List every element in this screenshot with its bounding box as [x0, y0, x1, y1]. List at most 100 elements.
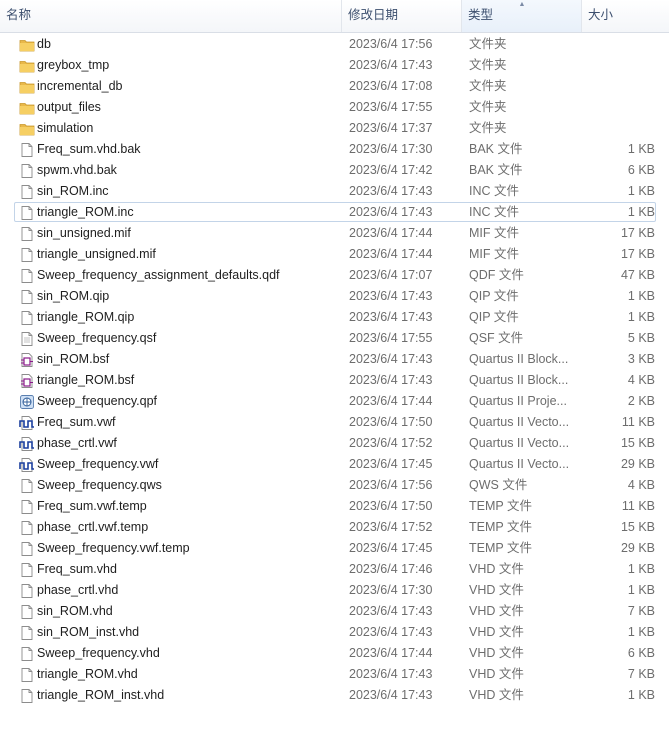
file-row[interactable]: triangle_ROM.bsf 2023/6/4 17:43 Quartus II…	[14, 370, 656, 390]
file-type: VHD 文件	[469, 562, 524, 576]
file-name: triangle_ROM.vhd	[37, 667, 138, 681]
file-row[interactable]: Sweep_frequency.vhd 2023/6/4 17:44 VHD 文件 6…	[14, 643, 656, 663]
file-modified: 2023/6/4 17:43	[349, 667, 433, 681]
file-size: 1 KB	[627, 205, 655, 219]
file-name: Freq_sum.vwf	[37, 415, 116, 429]
file-type: MIF 文件	[469, 247, 519, 261]
file-row[interactable]: sin_ROM_inst.vhd 2023/6/4 17:43 VHD 文件 1 KB	[14, 622, 656, 642]
file-row[interactable]: Sweep_frequency.vwf 2023/6/4 17:45 Quartus…	[14, 454, 656, 474]
file-row[interactable]: Freq_sum.vwf 2023/6/4 17:50 Quartus II Vec…	[14, 412, 656, 432]
file-modified: 2023/6/4 17:52	[349, 436, 433, 450]
file-name: triangle_ROM_inst.vhd	[37, 688, 165, 702]
file-row[interactable]: spwm.vhd.bak 2023/6/4 17:42 BAK 文件 6 KB	[14, 160, 656, 180]
column-header-type[interactable]: ▲ 类型	[462, 0, 582, 32]
file-row[interactable]: Sweep_frequency.qpf 2023/6/4 17:44 Quartus…	[14, 391, 656, 411]
file-icon	[19, 541, 35, 557]
file-icon	[19, 667, 35, 683]
file-row[interactable]: sin_unsigned.mif 2023/6/4 17:44 MIF 文件 17 K…	[14, 223, 656, 243]
column-header-modified[interactable]: 修改日期	[342, 0, 462, 32]
file-row[interactable]: phase_crtl.vwf 2023/6/4 17:52 Quartus II V…	[14, 433, 656, 453]
file-size: 29 KB	[620, 457, 655, 471]
column-header-size[interactable]: 大小	[582, 0, 669, 32]
file-row[interactable]: Sweep_frequency_assignment_defaults.qdf 2…	[14, 265, 656, 285]
file-modified: 2023/6/4 17:43	[349, 625, 433, 639]
file-row[interactable]: triangle_unsigned.mif 2023/6/4 17:44 MIF 文…	[14, 244, 656, 264]
file-type: Quartus II Block...	[469, 373, 569, 387]
column-header-bar: 名称 修改日期 ▲ 类型 大小	[0, 0, 669, 33]
file-row[interactable]: sin_ROM.qip 2023/6/4 17:43 QIP 文件 1 KB	[14, 286, 656, 306]
file-row[interactable]: Sweep_frequency.qsf 2023/6/4 17:55 QSF 文件 5…	[14, 328, 656, 348]
file-icon	[19, 163, 35, 179]
file-modified: 2023/6/4 17:44	[349, 247, 433, 261]
file-row[interactable]: Freq_sum.vhd 2023/6/4 17:46 VHD 文件 1 KB	[14, 559, 656, 579]
block-symbol-icon	[19, 352, 35, 368]
file-size: 6 KB	[627, 163, 655, 177]
file-size: 17 KB	[620, 247, 655, 261]
file-type: Quartus II Block...	[469, 352, 569, 366]
file-size: 4 KB	[627, 373, 655, 387]
file-icon	[19, 310, 35, 326]
file-icon	[19, 688, 35, 704]
file-type: Quartus II Vecto...	[469, 457, 570, 471]
file-row[interactable]: Sweep_frequency.vwf.temp 2023/6/4 17:45 TE…	[14, 538, 656, 558]
file-row[interactable]: triangle_ROM.qip 2023/6/4 17:43 QIP 文件 1 KB	[14, 307, 656, 327]
file-type: Quartus II Vecto...	[469, 436, 570, 450]
file-modified: 2023/6/4 17:43	[349, 289, 433, 303]
file-row[interactable]: triangle_ROM_inst.vhd 2023/6/4 17:43 VHD 文…	[14, 685, 656, 705]
file-row[interactable]: sin_ROM.inc 2023/6/4 17:43 INC 文件 1 KB	[14, 181, 656, 201]
file-row[interactable]: db 2023/6/4 17:56 文件夹	[14, 34, 656, 54]
file-row[interactable]: Sweep_frequency.qws 2023/6/4 17:56 QWS 文件 4…	[14, 475, 656, 495]
file-size: 15 KB	[620, 436, 655, 450]
column-header-modified-label: 修改日期	[348, 8, 399, 22]
file-row[interactable]: incremental_db 2023/6/4 17:08 文件夹	[14, 76, 656, 96]
file-type: INC 文件	[469, 184, 520, 198]
file-size: 47 KB	[620, 268, 655, 282]
file-icon	[19, 205, 35, 221]
file-row[interactable]: simulation 2023/6/4 17:37 文件夹	[14, 118, 656, 138]
file-size: 17 KB	[620, 226, 655, 240]
file-size	[581, 77, 655, 97]
file-icon	[19, 247, 35, 263]
file-row[interactable]: greybox_tmp 2023/6/4 17:43 文件夹	[14, 55, 656, 75]
file-row-selected[interactable]: triangle_ROM.inc 2023/6/4 17:43 INC 文件 1 KB	[14, 202, 656, 222]
file-name: triangle_unsigned.mif	[37, 247, 156, 261]
file-size: 1 KB	[627, 562, 655, 576]
file-type: 文件夹	[469, 100, 507, 114]
file-lines-icon	[19, 331, 35, 347]
file-type: Quartus II Proje...	[469, 394, 567, 408]
file-type: VHD 文件	[469, 646, 524, 660]
file-type: VHD 文件	[469, 625, 524, 639]
file-modified: 2023/6/4 17:56	[349, 37, 433, 51]
file-size: 29 KB	[620, 541, 655, 555]
column-header-size-label: 大小	[588, 8, 614, 22]
file-modified: 2023/6/4 17:37	[349, 121, 433, 135]
file-row[interactable]: triangle_ROM.vhd 2023/6/4 17:43 VHD 文件 7 KB	[14, 664, 656, 684]
file-row[interactable]: sin_ROM.vhd 2023/6/4 17:43 VHD 文件 7 KB	[14, 601, 656, 621]
file-row[interactable]: Freq_sum.vwf.temp 2023/6/4 17:50 TEMP 文件 11…	[14, 496, 656, 516]
file-size: 1 KB	[627, 583, 655, 597]
file-type: TEMP 文件	[469, 499, 532, 513]
file-row[interactable]: Freq_sum.vhd.bak 2023/6/4 17:30 BAK 文件 1 KB	[14, 139, 656, 159]
file-modified: 2023/6/4 17:52	[349, 520, 433, 534]
file-type: 文件夹	[469, 79, 507, 93]
file-modified: 2023/6/4 17:44	[349, 226, 433, 240]
file-icon	[19, 520, 35, 536]
file-type: INC 文件	[469, 205, 520, 219]
file-modified: 2023/6/4 17:45	[349, 541, 433, 555]
file-name: Sweep_frequency.qws	[37, 478, 162, 492]
file-icon	[19, 226, 35, 242]
waveform-icon	[19, 436, 35, 452]
file-type: 文件夹	[469, 37, 507, 51]
file-type: BAK 文件	[469, 142, 523, 156]
file-size: 15 KB	[620, 520, 655, 534]
file-size	[581, 35, 655, 55]
column-header-name[interactable]: 名称	[0, 0, 342, 32]
file-row[interactable]: phase_crtl.vwf.temp 2023/6/4 17:52 TEMP 文件…	[14, 517, 656, 537]
file-row[interactable]: phase_crtl.vhd 2023/6/4 17:30 VHD 文件 1 KB	[14, 580, 656, 600]
file-icon	[19, 625, 35, 641]
file-row[interactable]: sin_ROM.bsf 2023/6/4 17:43 Quartus II Bloc…	[14, 349, 656, 369]
file-name: sin_ROM.qip	[37, 289, 110, 303]
file-name: phase_crtl.vwf.temp	[37, 520, 149, 534]
file-row[interactable]: output_files 2023/6/4 17:55 文件夹	[14, 97, 656, 117]
file-modified: 2023/6/4 17:43	[349, 352, 433, 366]
